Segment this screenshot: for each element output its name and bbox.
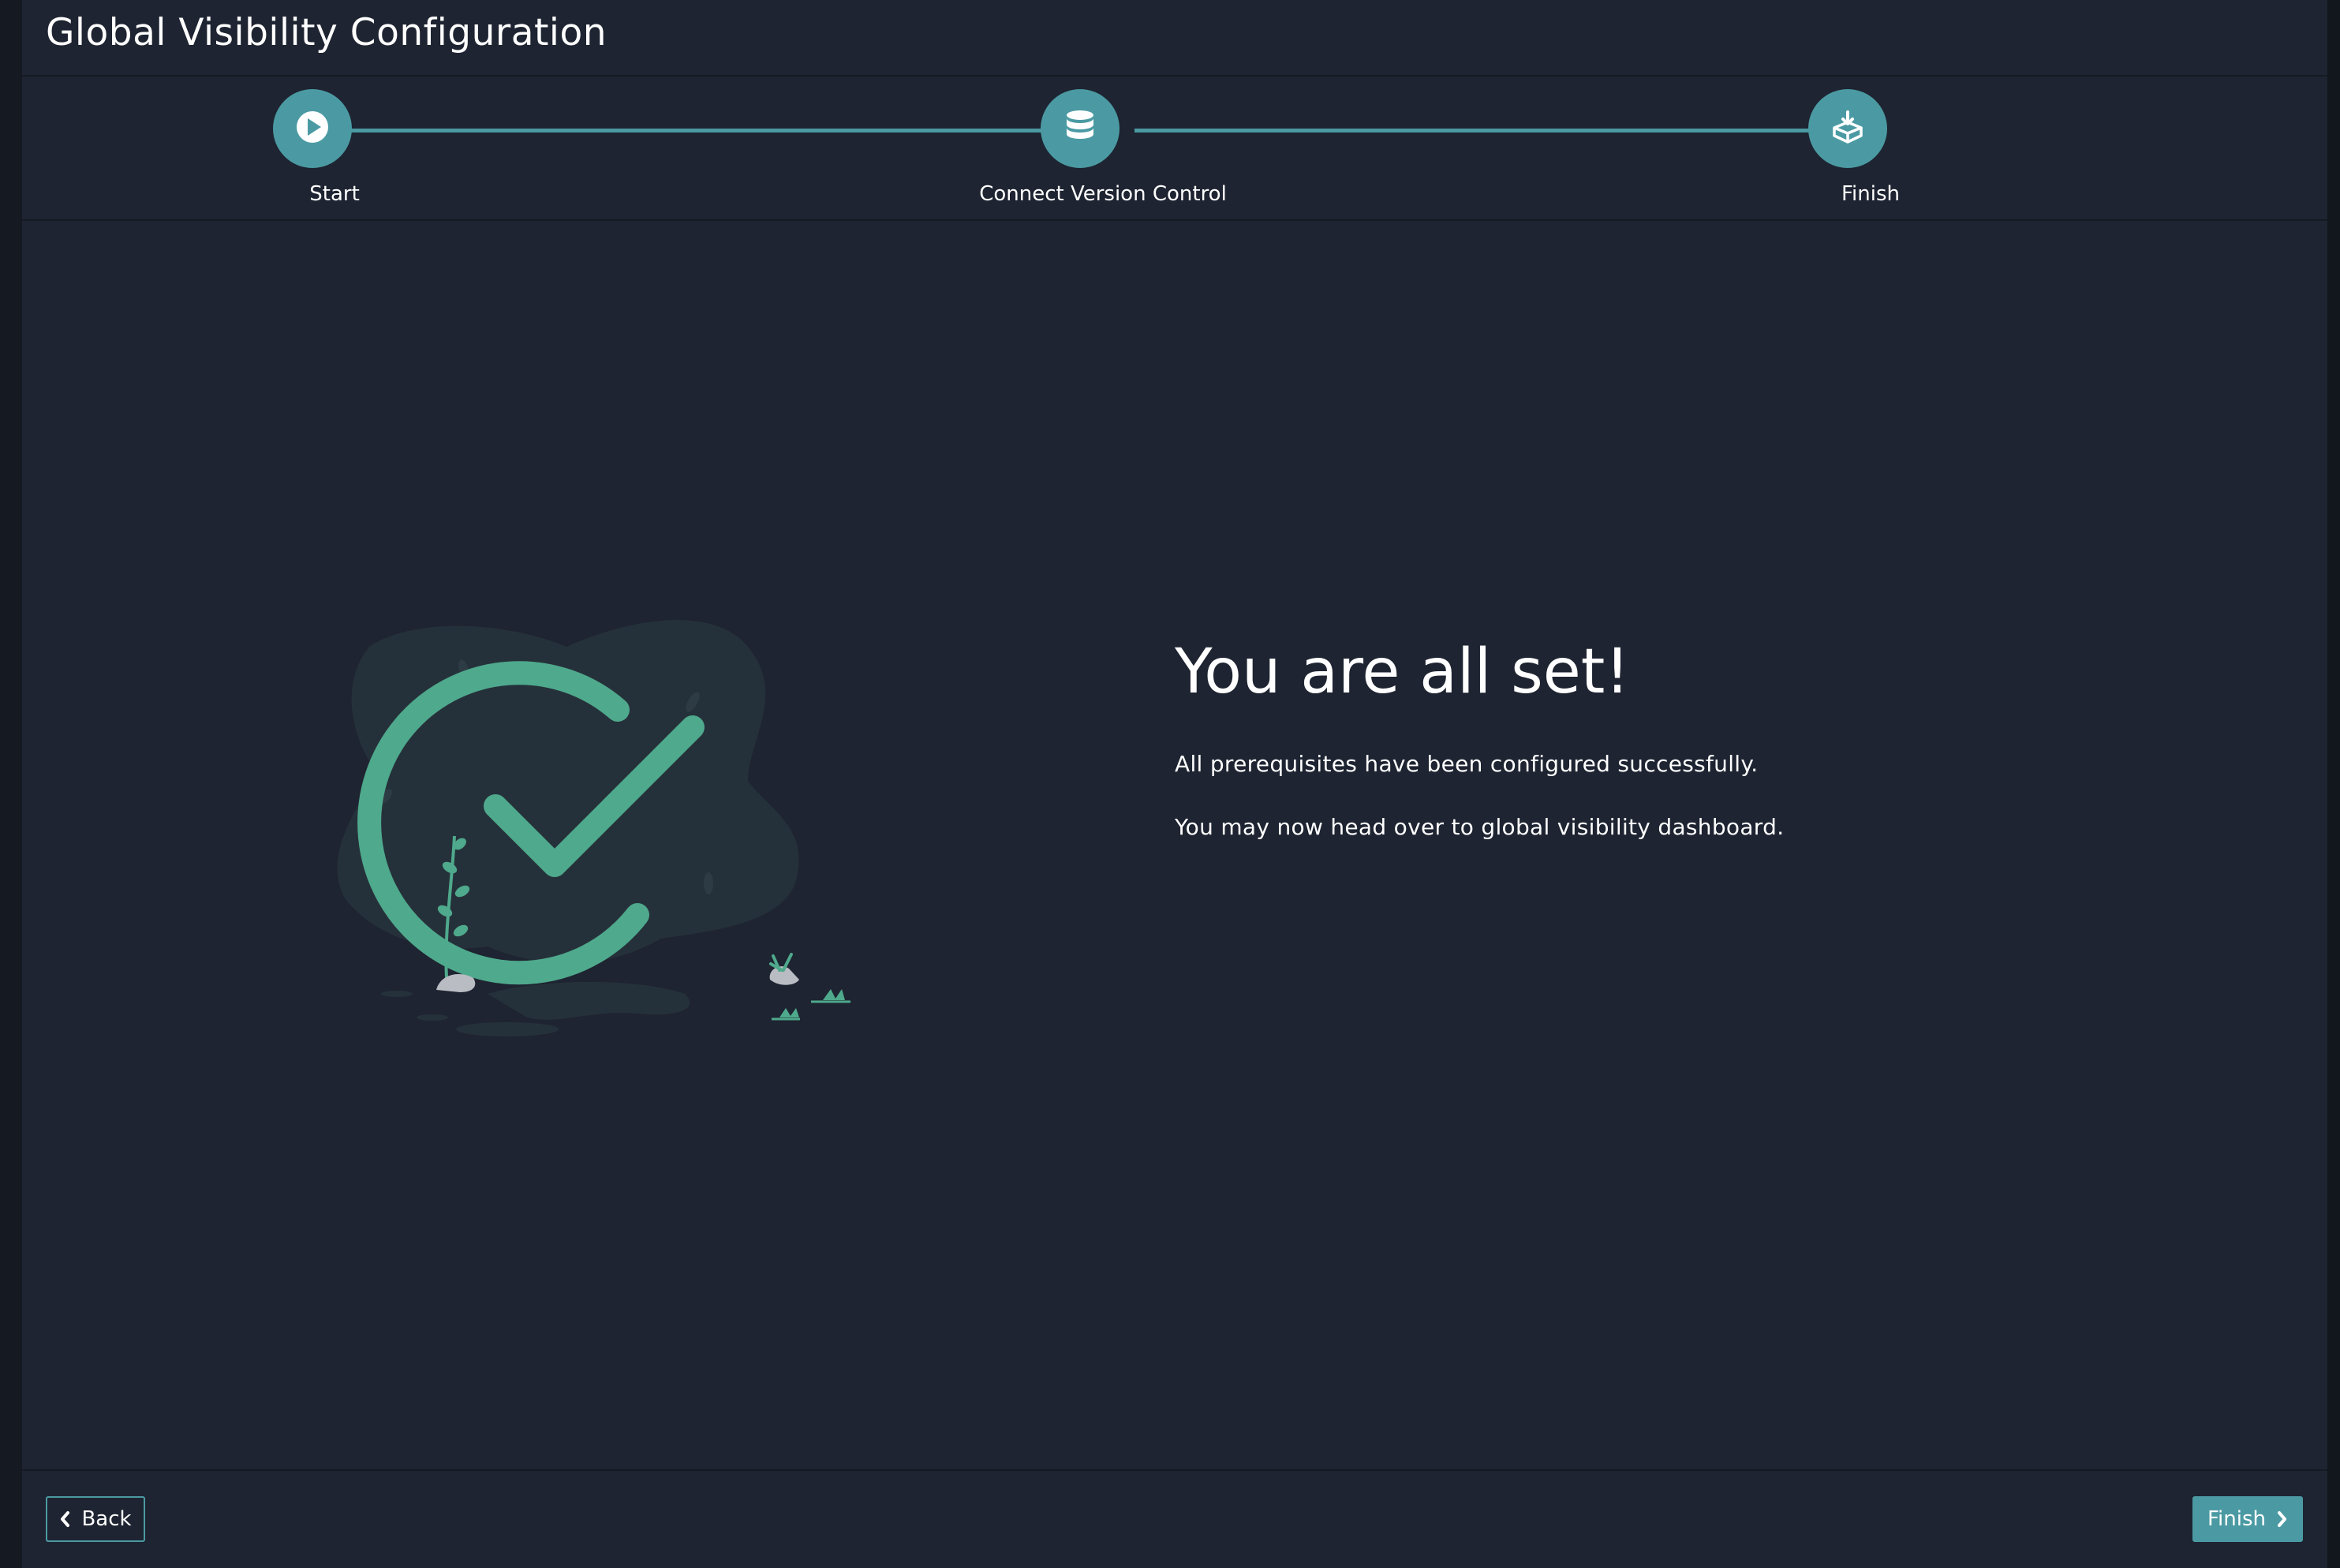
background-page-edge: [0, 0, 22, 1568]
success-heading: You are all set!: [1175, 637, 1630, 707]
chevron-left-icon: [59, 1510, 70, 1528]
page-title: Global Visibility Configuration: [46, 11, 607, 54]
configuration-wizard-modal: Global Visibility Configuration Start Co…: [22, 0, 2327, 1568]
step-label-start: Start: [309, 182, 360, 206]
back-button-label: Back: [81, 1507, 132, 1531]
page-scrollbar[interactable]: [2327, 0, 2340, 1568]
step-start[interactable]: [273, 89, 352, 168]
back-button[interactable]: Back: [46, 1496, 145, 1542]
step-connect-version-control[interactable]: [1041, 89, 1120, 168]
finish-button[interactable]: Finish: [2192, 1496, 2303, 1542]
success-message-line-1: All prerequisites have been configured s…: [1175, 751, 1759, 777]
modal-footer: Back Finish: [22, 1469, 2327, 1568]
wizard-content: You are all set! All prerequisites have …: [22, 221, 2327, 1471]
wizard-stepper: Start Connect Version Control Finish: [22, 77, 2327, 221]
step-label-connect-version-control: Connect Version Control: [979, 182, 1227, 206]
chevron-right-icon: [2277, 1510, 2288, 1528]
deploy-box-icon: [1830, 109, 1866, 148]
success-message-line-2: You may now head over to global visibili…: [1175, 814, 1785, 840]
play-icon: [295, 110, 330, 147]
step-label-finish: Finish: [1841, 182, 1901, 206]
database-icon: [1064, 109, 1096, 148]
step-connector-1b: [369, 129, 1063, 133]
success-checkmark-icon: [306, 599, 921, 1057]
step-connector-2: [1134, 129, 1829, 133]
step-finish[interactable]: [1808, 89, 1887, 168]
finish-button-label: Finish: [2207, 1507, 2266, 1531]
modal-header: Global Visibility Configuration: [22, 0, 2327, 77]
